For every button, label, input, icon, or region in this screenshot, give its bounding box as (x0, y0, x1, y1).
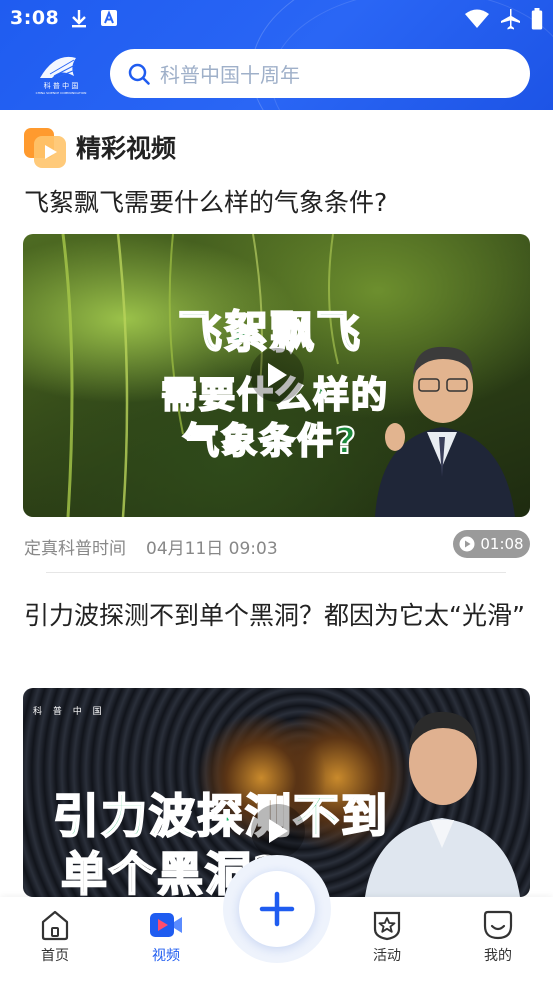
nav-label: 视频 (152, 948, 180, 964)
thumb-text: 引力波探测不到 (52, 788, 389, 844)
nav-activity[interactable]: 活动 (352, 909, 422, 965)
video-meta: 定真科普时间 04月11日 09:03 (24, 534, 278, 559)
video-title[interactable]: 飞絮飘飞需要什么样的气象条件? (24, 181, 529, 224)
svg-text:CHINA SCIENCE COMMUNICATION: CHINA SCIENCE COMMUNICATION (36, 91, 87, 95)
video-title[interactable]: 引力波探测不到单个黑洞？都因为它太“光滑” (24, 594, 529, 637)
play-icon (268, 363, 287, 387)
section-header: 精彩视频 (24, 126, 176, 168)
play-circle-icon (459, 536, 475, 552)
star-badge-icon (373, 911, 401, 941)
presenter-image (365, 711, 520, 897)
nav-label: 首页 (41, 948, 69, 964)
video-icon (150, 913, 182, 937)
nav-mine[interactable]: 我的 (463, 909, 533, 965)
divider (46, 572, 506, 573)
home-icon (41, 910, 69, 941)
search-placeholder: 科普中国十周年 (160, 63, 300, 87)
presenter-image (375, 346, 515, 517)
video-section-icon (24, 128, 66, 168)
video-date: 04月11日 09:03 (146, 539, 278, 559)
nav-video[interactable]: 视频 (131, 909, 201, 965)
video-duration: 01:08 (480, 535, 524, 553)
nav-label: 活动 (373, 948, 401, 964)
logo-icon: 科 普 中 国 CHINA SCIENCE COMMUNICATION (36, 56, 87, 95)
wifi-icon (465, 9, 489, 28)
status-time: 3:08 (10, 7, 60, 29)
top-bar: 3:08 科 普 中 国 CHINA SCIENCE COMMUNICATION… (0, 0, 553, 110)
app-notification-icon (101, 10, 117, 26)
plus-icon (259, 891, 295, 927)
app-logo[interactable]: 科 普 中 国 CHINA SCIENCE COMMUNICATION (30, 52, 92, 96)
duration-badge: 01:08 (453, 530, 530, 558)
battery-icon (531, 8, 543, 30)
status-bar: 3:08 (0, 0, 553, 40)
search-icon (128, 63, 150, 85)
video-source: 定真科普时间 (24, 539, 126, 559)
create-button[interactable] (239, 871, 315, 947)
thumb-logo: 科 普 中 国 (33, 707, 106, 717)
search-bar[interactable]: 科普中国十周年 (110, 49, 530, 98)
play-button[interactable] (250, 348, 304, 402)
smile-icon (483, 910, 513, 940)
download-icon (72, 10, 86, 28)
nav-label: 我的 (484, 948, 512, 964)
play-button[interactable] (251, 804, 305, 858)
nav-home[interactable]: 首页 (20, 909, 90, 965)
airplane-icon (501, 9, 520, 30)
section-title: 精彩视频 (76, 134, 177, 163)
video-thumbnail[interactable]: 飞絮飘飞 需要什么样的 气象条件? (23, 234, 530, 517)
play-icon (269, 819, 288, 843)
thumb-text: 气象条件? (182, 420, 358, 463)
svg-text:科 普 中 国: 科 普 中 国 (44, 81, 79, 90)
